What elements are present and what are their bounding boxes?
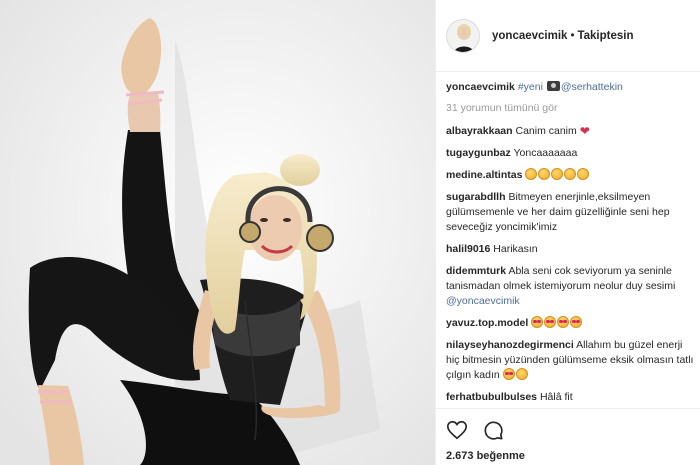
comment-username[interactable]: ferhatbubulbulses — [446, 391, 537, 403]
comment-mention[interactable]: @yoncaevcimik — [446, 295, 520, 307]
comment-username[interactable]: didemmturk — [446, 265, 506, 277]
kiss-emoji-icon — [538, 168, 551, 180]
caption-hashtag[interactable]: #yeni — [518, 81, 543, 93]
comment-username[interactable]: yavuz.top.model — [446, 317, 528, 329]
heart-eyes-emoji-icon — [544, 316, 557, 328]
comment-username[interactable]: halil9016 — [446, 243, 490, 255]
comment-text: Hâlâ fit — [539, 391, 573, 403]
header-text: yoncaevcimik • Takiptesin — [492, 30, 634, 42]
comments-list: yoncaevcimik #yeni @serhattekin 31 yorum… — [446, 80, 696, 412]
post-side-panel: yoncaevcimik • Takiptesin yoncaevcimik #ye… — [435, 0, 700, 465]
view-all-comments-link[interactable]: 31 yorumun tümünü gör — [446, 101, 696, 116]
heart-eyes-emoji-icon — [570, 316, 583, 328]
comment-item: halil9016 Harikasın — [446, 242, 696, 257]
kiss-emoji-icon — [564, 168, 577, 180]
comment-item: sugarabdllh Bitmeyen enerjinle,eksilmeye… — [446, 190, 696, 235]
comment-item: medine.altintas — [446, 168, 696, 183]
heart-eyes-emoji-icon — [557, 316, 570, 328]
comment-item: albayrakkaan Canim canim ❤ — [446, 124, 696, 139]
likes-count[interactable]: 2.673 beğenme — [446, 450, 525, 462]
kiss-emoji-icon — [551, 168, 564, 180]
comment-username[interactable]: tugaygunbaz — [446, 147, 511, 159]
follow-status-button[interactable]: Takiptesin — [577, 30, 633, 42]
heart-eyes-emoji-icon — [502, 368, 515, 380]
caption-username[interactable]: yoncaevcimik — [446, 81, 515, 93]
header-separator: • — [570, 29, 575, 42]
avatar[interactable] — [446, 18, 480, 53]
speech-bubble-icon — [484, 421, 503, 440]
action-bar: 2.673 beğenme — [436, 408, 700, 465]
comment-item: didemmturk Abla seni cok seviyorum ya se… — [446, 264, 696, 309]
comment-item: tugaygunbaz Yoncaaaaaaa — [446, 146, 696, 161]
comment-username[interactable]: sugarabdllh — [446, 191, 506, 203]
kiss-emoji-icon — [577, 168, 590, 180]
kiss-emoji-icon — [525, 168, 538, 180]
heart-eyes-emoji-icon — [531, 316, 544, 328]
comment-username[interactable]: nilayseyhanozdegirmenci — [446, 339, 574, 351]
comment-button[interactable] — [482, 419, 504, 441]
heart-outline-icon — [447, 420, 467, 440]
comment-item: yavuz.top.model — [446, 316, 696, 331]
avatar-image — [447, 19, 479, 52]
comment-username[interactable]: albayrakkaan — [446, 125, 513, 137]
caption: yoncaevcimik #yeni @serhattekin — [446, 80, 696, 95]
post-photo[interactable] — [0, 0, 435, 465]
camera-emoji-icon — [546, 81, 560, 91]
header-username[interactable]: yoncaevcimik — [492, 30, 567, 42]
comment-text: Harikasın — [493, 243, 538, 255]
kiss-emoji-icon — [515, 368, 528, 380]
post-header: yoncaevcimik • Takiptesin — [436, 0, 700, 72]
comment-username[interactable]: medine.altintas — [446, 169, 522, 181]
post-image — [0, 0, 435, 465]
comment-item: nilayseyhanozdegirmenci Allahım bu güzel… — [446, 338, 696, 383]
red-heart-emoji-icon: ❤ — [579, 124, 590, 138]
comment-text: Canim canim — [515, 125, 577, 137]
caption-mention[interactable]: @serhattekin — [561, 81, 623, 93]
comment-item: ferhatbubulbulses Hâlâ fit — [446, 390, 696, 405]
comment-text: Yoncaaaaaaa — [513, 147, 578, 159]
like-button[interactable] — [446, 419, 468, 441]
